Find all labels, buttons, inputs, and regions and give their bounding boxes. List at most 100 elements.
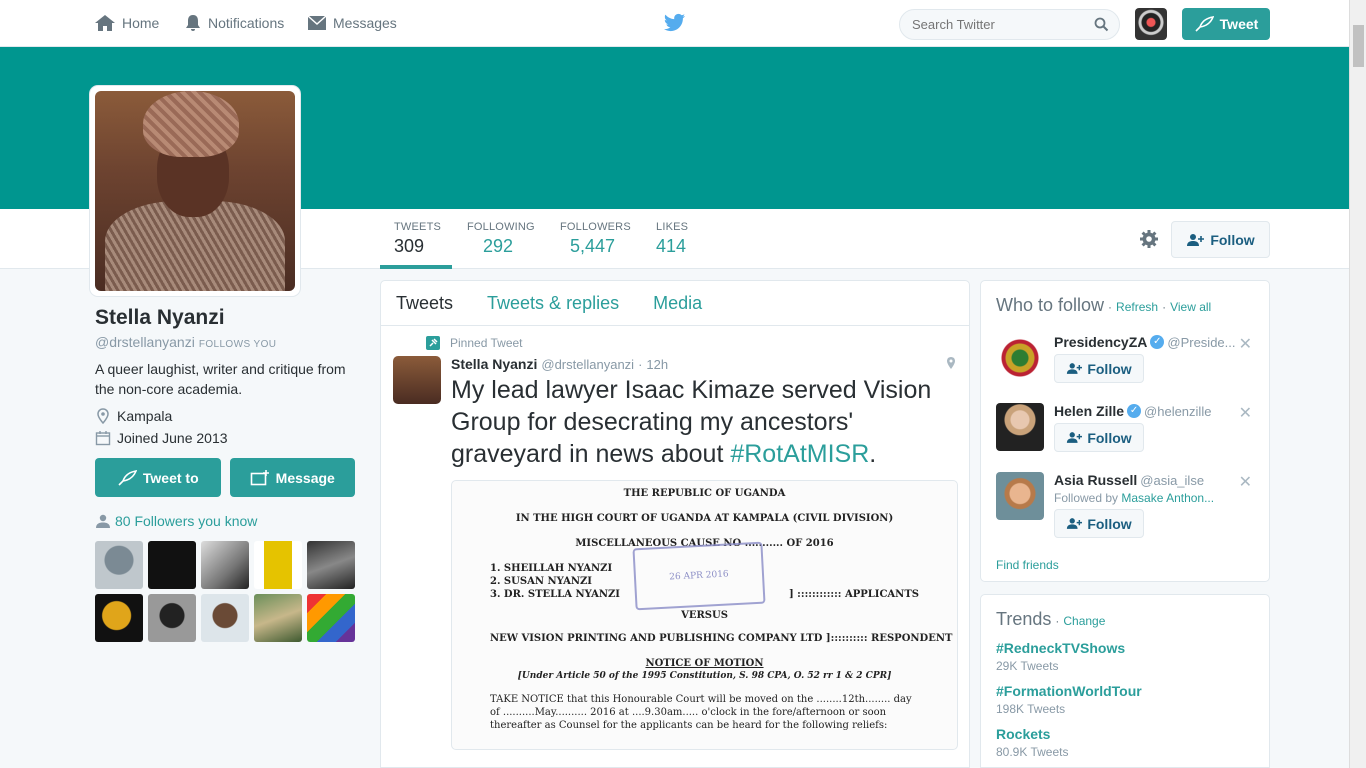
find-friends-link[interactable]: Find friends <box>996 558 1254 572</box>
stat-tweets[interactable]: TWEETS 309 <box>394 221 441 257</box>
verified-badge-icon: ✓ <box>1127 404 1142 418</box>
suggestion-item: Asia Russell @asia_ilse Followed by Masak… <box>996 468 1254 550</box>
twitter-bird-icon[interactable] <box>664 13 686 33</box>
stat-label: TWEETS <box>394 221 442 233</box>
suggestion-avatar[interactable] <box>996 472 1044 520</box>
account-avatar[interactable] <box>1135 8 1167 40</box>
tweet-attached-image[interactable]: THE REPUBLIC OF UGANDA IN THE HIGH COURT… <box>451 480 958 750</box>
stat-label: FOLLOWERS <box>560 221 631 233</box>
dismiss-icon[interactable]: ✕ <box>1239 472 1252 492</box>
trend-item[interactable]: #RedneckTVShows 29K Tweets <box>996 640 1254 673</box>
tweet-author-avatar[interactable] <box>393 356 441 404</box>
calendar-icon <box>95 431 111 446</box>
home-link[interactable]: Home <box>94 14 159 32</box>
doc-line: TAKE NOTICE that this Honourable Court w… <box>490 694 912 705</box>
follow-profile-button[interactable]: Follow <box>1171 221 1270 258</box>
suggestion-name[interactable]: Helen Zille <box>1054 403 1124 419</box>
follower-avatar[interactable] <box>95 594 143 642</box>
stat-value: 414 <box>656 236 687 256</box>
scrollbar-thumb[interactable] <box>1353 25 1364 67</box>
add-user-icon <box>1067 432 1083 443</box>
tweet-to-button[interactable]: Tweet to <box>95 458 221 497</box>
profile-name[interactable]: Stella Nyanzi <box>95 306 355 330</box>
stat-followers[interactable]: FOLLOWERS 5,447 <box>560 221 631 257</box>
tweet-timestamp[interactable]: 12h <box>646 357 668 372</box>
tweet-hashtag[interactable]: #RotAtMISR <box>730 440 869 468</box>
envelope-icon <box>307 15 327 30</box>
messages-link[interactable]: Messages <box>307 14 397 32</box>
view-all-link[interactable]: View all <box>1170 300 1211 314</box>
trends-header: Trends · Change <box>996 609 1254 630</box>
follower-avatar[interactable] <box>254 541 302 589</box>
suggestion-follow-button[interactable]: Follow <box>1054 423 1144 452</box>
notifications-link[interactable]: Notifications <box>184 14 284 32</box>
tweet-author-name[interactable]: Stella Nyanzi <box>451 356 537 372</box>
pinned-tweet[interactable]: Pinned Tweet Stella Nyanzi @drstellanyan… <box>381 326 969 750</box>
separator: · <box>1162 300 1167 314</box>
search-input[interactable] <box>912 17 1082 32</box>
follower-avatar[interactable] <box>254 594 302 642</box>
new-message-icon <box>250 469 269 485</box>
change-trends-link[interactable]: Change <box>1063 614 1105 628</box>
bell-icon <box>186 15 200 31</box>
profile-avatar[interactable] <box>90 86 300 296</box>
location-pin-icon[interactable] <box>945 356 957 370</box>
suggestion-avatar[interactable] <box>996 334 1044 382</box>
follower-avatar[interactable] <box>307 594 355 642</box>
follows-you-badge: FOLLOWS YOU <box>198 339 277 350</box>
stat-following[interactable]: FOLLOWING 292 <box>467 221 535 257</box>
profile-bio: A queer laughist, writer and critique fr… <box>95 361 346 397</box>
dismiss-icon[interactable]: ✕ <box>1239 334 1252 354</box>
tab-tweets-and-replies[interactable]: Tweets & replies <box>487 293 619 314</box>
trends-title: Trends <box>996 609 1052 629</box>
follow-label: Follow <box>1087 429 1132 446</box>
doc-line: THE REPUBLIC OF UGANDA <box>623 488 786 499</box>
compose-tweet-button[interactable]: Tweet <box>1182 8 1270 40</box>
follower-avatar[interactable] <box>95 541 143 589</box>
page-scrollbar[interactable] <box>1349 0 1366 768</box>
followed-by-link[interactable]: Masake Anthon... <box>1121 491 1214 505</box>
trend-name[interactable]: Rockets <box>996 726 1254 742</box>
trend-item[interactable]: Rockets 80.9K Tweets <box>996 726 1254 759</box>
messages-label: Messages <box>333 15 397 31</box>
doc-line: VERSUS <box>681 610 728 621</box>
suggestion-name[interactable]: Asia Russell <box>1054 472 1137 488</box>
gear-icon[interactable] <box>1139 229 1159 249</box>
follower-avatar[interactable] <box>148 594 196 642</box>
pinned-text: Pinned Tweet <box>450 336 523 350</box>
suggestion-handle[interactable]: @Preside... <box>1167 335 1235 350</box>
followers-you-know-link[interactable]: 80 Followers you know <box>95 513 355 529</box>
suggestion-follow-button[interactable]: Follow <box>1054 354 1144 383</box>
suggestion-name[interactable]: PresidencyZA <box>1054 334 1147 350</box>
dismiss-icon[interactable]: ✕ <box>1239 403 1252 423</box>
follower-avatar[interactable] <box>201 541 249 589</box>
suggestion-item: PresidencyZA ✓ @Preside... Follow ✕ <box>996 330 1254 399</box>
timeline-tabs: Tweets Tweets & replies Media <box>381 281 969 326</box>
trend-name[interactable]: #RedneckTVShows <box>996 640 1254 656</box>
suggestion-follow-button[interactable]: Follow <box>1054 509 1144 538</box>
message-button[interactable]: Message <box>229 458 355 497</box>
notifications-label: Notifications <box>208 15 285 31</box>
tweet-author-handle[interactable]: @drstellanyanzi <box>541 357 634 372</box>
tab-tweets[interactable]: Tweets <box>396 293 453 314</box>
trend-item[interactable]: #FormationWorldTour 198K Tweets <box>996 683 1254 716</box>
profile-sidebar: Stella Nyanzi @drstellanyanzi FOLLOWS YOU… <box>95 306 355 642</box>
stat-likes[interactable]: LIKES 414 <box>656 221 688 257</box>
tweet-header: Stella Nyanzi @drstellanyanzi · 12h <box>451 356 957 372</box>
trend-count: 198K Tweets <box>996 702 1066 716</box>
quill-icon <box>118 469 137 486</box>
suggestion-avatar[interactable] <box>996 403 1044 451</box>
follower-avatar[interactable] <box>307 541 355 589</box>
tab-media[interactable]: Media <box>653 293 702 314</box>
trend-name[interactable]: #FormationWorldTour <box>996 683 1254 699</box>
profile-location: Kampala <box>95 408 355 424</box>
suggestion-handle[interactable]: @helenzille <box>1144 404 1211 419</box>
search-box[interactable] <box>899 9 1120 40</box>
doc-line: thereafter as Counsel for the applicants… <box>490 720 888 731</box>
suggestion-handle[interactable]: @asia_ilse <box>1140 473 1204 488</box>
refresh-link[interactable]: Refresh <box>1116 300 1158 314</box>
follower-avatar[interactable] <box>148 541 196 589</box>
follower-avatar[interactable] <box>201 594 249 642</box>
search-icon[interactable] <box>1094 17 1109 32</box>
suggestion-context: Followed by Masake Anthon... <box>1054 491 1254 505</box>
